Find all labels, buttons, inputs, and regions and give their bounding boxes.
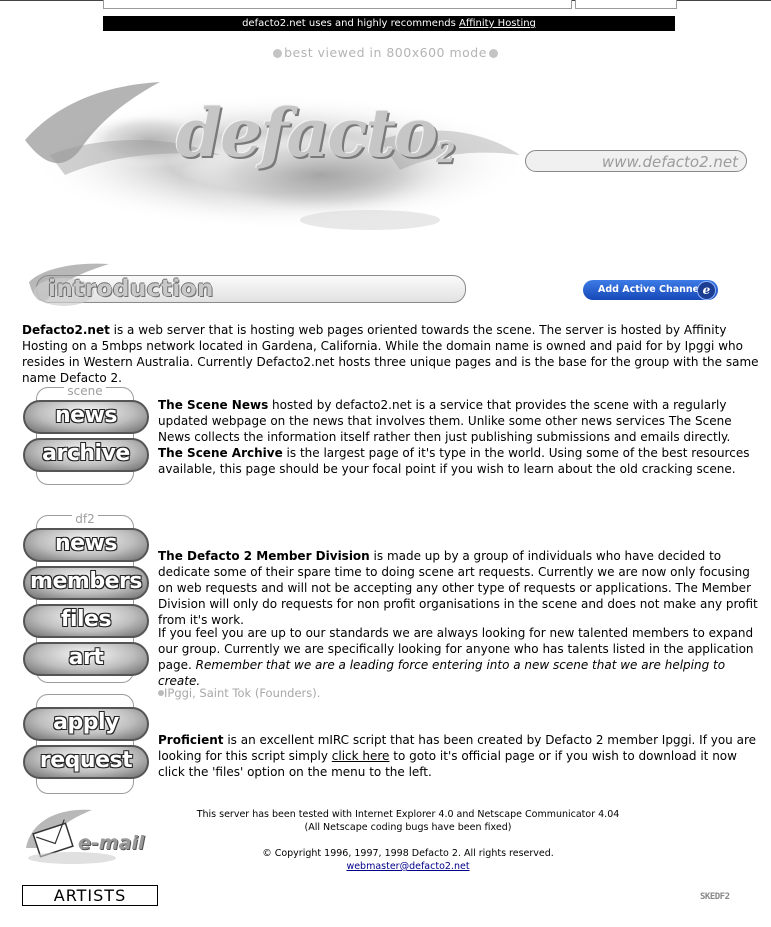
df2-members-button[interactable]: members: [23, 566, 149, 600]
intro-heading: introduction: [48, 276, 214, 302]
scene-archive-button[interactable]: archive: [23, 438, 149, 472]
request-button[interactable]: request: [23, 745, 149, 779]
artists-button[interactable]: ARTISTS: [22, 885, 158, 906]
apply-button[interactable]: apply: [23, 707, 149, 741]
email-link[interactable]: e-mail: [22, 808, 152, 866]
add-active-channel-button[interactable]: Add Active Channel e: [583, 280, 718, 300]
recruiting-paragraph: If you feel you are up to our standards …: [158, 625, 762, 689]
scene-archive-title: The Scene Archive: [158, 446, 283, 460]
scene-news-paragraph: The Scene News hosted by defacto2.net is…: [158, 397, 762, 477]
proficient-title: Proficient: [158, 733, 224, 747]
bullet-icon: [488, 49, 498, 58]
member-division-title: The Defacto 2 Member Division: [158, 549, 370, 563]
site-logo: defacto2 www.defacto2.net: [20, 80, 760, 240]
best-viewed-text: best viewed in 800x600 mode: [284, 45, 487, 60]
sponsor-bar: defacto2.net uses and highly recommends …: [103, 16, 675, 31]
netscape-note: (All Netscape coding bugs have been fixe…: [304, 822, 512, 833]
ie-logo-icon: e: [697, 281, 716, 300]
copyright: © Copyright 1996, 1997, 1998 Defacto 2. …: [262, 848, 554, 859]
browser-tested-text: This server has been tested with Interne…: [196, 809, 620, 820]
bullet-icon: [273, 49, 283, 58]
site-url: www.defacto2.net: [525, 150, 747, 172]
intro-text: is a web server that is hosting web page…: [22, 323, 759, 385]
member-division-paragraph: The Defacto 2 Member Division is made up…: [158, 548, 762, 628]
logo-wordmark: defacto2: [176, 94, 456, 172]
best-viewed-notice: best viewed in 800x600 mode: [0, 45, 771, 60]
webmaster-email-link[interactable]: webmaster@defacto2.net: [346, 861, 469, 872]
corner-tag: SKEDF2: [700, 892, 730, 902]
scene-news-title: The Scene News: [158, 398, 269, 412]
email-label: e-mail: [78, 832, 145, 854]
scene-news-button[interactable]: news: [23, 400, 149, 434]
intro-paragraph: Defacto2.net is a web server that is hos…: [22, 322, 762, 386]
scene-nav-label: scene: [64, 384, 106, 398]
recruiting-tagline: Remember that we are a leading force ent…: [158, 658, 726, 688]
proficient-paragraph: Proficient is an excellent mIRC script t…: [158, 732, 762, 780]
top-go-button[interactable]: [575, 0, 677, 9]
top-search-input[interactable]: [103, 0, 572, 9]
sponsor-text: defacto2.net uses and highly recommends: [242, 18, 460, 29]
founders-text: IPggi, Saint Tok (Founders).: [164, 686, 321, 700]
df2-files-button[interactable]: files: [23, 604, 149, 638]
founders-credit: IPggi, Saint Tok (Founders).: [158, 686, 320, 700]
df2-news-button[interactable]: news: [23, 528, 149, 562]
df2-art-button[interactable]: art: [23, 642, 149, 676]
intro-site-name: Defacto2.net: [22, 323, 110, 337]
footer: This server has been tested with Interne…: [158, 808, 658, 873]
add-active-channel-label: Add Active Channel: [598, 284, 703, 295]
affinity-hosting-link[interactable]: Affinity Hosting: [459, 18, 536, 29]
click-here-link[interactable]: click here: [332, 749, 390, 763]
df2-nav-label: df2: [72, 512, 98, 526]
